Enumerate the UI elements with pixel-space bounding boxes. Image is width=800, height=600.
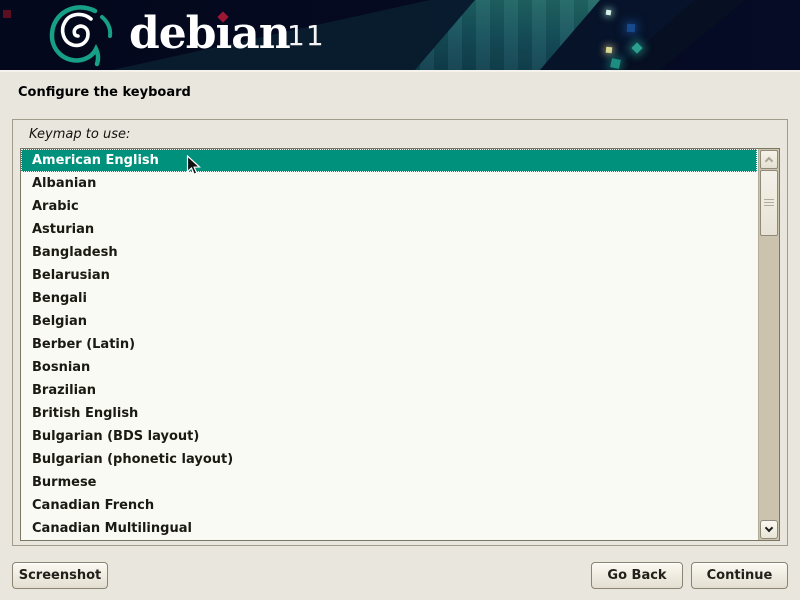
list-item[interactable]: British English [21,402,757,425]
continue-button[interactable]: Continue [691,562,788,589]
list-item[interactable]: Bosnian [21,356,757,379]
scroll-down-button[interactable] [760,520,778,539]
scrollbar[interactable] [758,149,779,540]
list-item[interactable]: Albanian [21,172,757,195]
debian-swirl-icon [44,4,120,68]
list-item[interactable]: Canadian Multilingual [21,517,757,540]
scrollbar-thumb[interactable] [760,170,778,236]
chevron-down-icon [765,524,773,532]
keymap-frame: Keymap to use: American EnglishAlbanianA… [12,119,788,546]
debian-wordmark: debıan [129,0,290,68]
header-banner: debıan 11 [0,0,800,72]
list-item[interactable]: Brazilian [21,379,757,402]
list-item[interactable]: Berber (Latin) [21,333,757,356]
keymap-list[interactable]: American EnglishAlbanianArabicAsturianBa… [20,148,780,541]
decor-teal-square [610,58,621,69]
page-title: Configure the keyboard [18,85,191,100]
chevron-up-icon [765,157,773,165]
list-item[interactable]: Bulgarian (BDS layout) [21,425,757,448]
list-item[interactable]: Asturian [21,218,757,241]
go-back-button[interactable]: Go Back [591,562,683,589]
list-item[interactable]: Burmese [21,471,757,494]
debian-version: 11 [287,21,325,51]
list-item[interactable]: Bangladesh [21,241,757,264]
list-item[interactable]: Belgian [21,310,757,333]
list-item[interactable]: Bulgarian (phonetic layout) [21,448,757,471]
list-item[interactable]: Belarusian [21,264,757,287]
decor-blue-dot [627,24,636,33]
red-diamond-icon [218,11,229,22]
screenshot-button[interactable]: Screenshot [12,562,108,589]
decor-red-square [3,10,11,18]
keymap-frame-label: Keymap to use: [29,127,130,142]
keymap-list-rows: American EnglishAlbanianArabicAsturianBa… [21,149,757,540]
scroll-up-button[interactable] [760,150,778,169]
decor-white-dot [606,10,612,16]
list-item[interactable]: Arabic [21,195,757,218]
list-item[interactable]: American English [21,149,757,172]
list-item[interactable]: Canadian French [21,494,757,517]
list-item[interactable]: Bengali [21,287,757,310]
decor-yellow-dot [606,47,613,54]
scrollbar-grip-icon [764,199,774,207]
